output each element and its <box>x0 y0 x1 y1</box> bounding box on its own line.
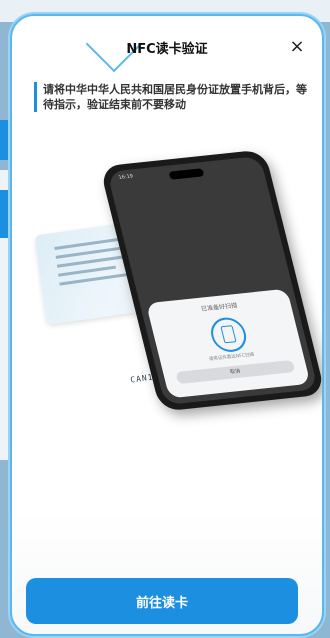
go-read-card-button[interactable]: 前往读卡 <box>26 578 298 624</box>
nfc-illustration: CAN11008108051 16:19 已准备好扫描 请将证件靠近NFC扫描 … <box>30 148 322 412</box>
close-icon[interactable]: × <box>286 36 308 58</box>
phone-image: 16:19 已准备好扫描 请将证件靠近NFC扫描 取消 <box>99 149 322 412</box>
phone-status-time: 16:19 <box>117 173 134 181</box>
sheet-title: 已准备好扫描 <box>200 302 239 313</box>
modal-title: NFC读卡验证 <box>126 42 208 57</box>
instruction-text: 请将中华中华人民共和国居民身份证放置手机背后，等待指示，验证结束前不要移动 <box>34 82 315 112</box>
nfc-verify-modal: NFC读卡验证 × 请将中华中华人民共和国居民身份证放置手机背后，等待指示，验证… <box>10 14 324 636</box>
nfc-scan-sheet: 已准备好扫描 请将证件靠近NFC扫描 取消 <box>145 288 311 399</box>
phone-scan-icon <box>206 316 250 354</box>
modal-header: NFC读卡验证 × <box>12 34 322 62</box>
